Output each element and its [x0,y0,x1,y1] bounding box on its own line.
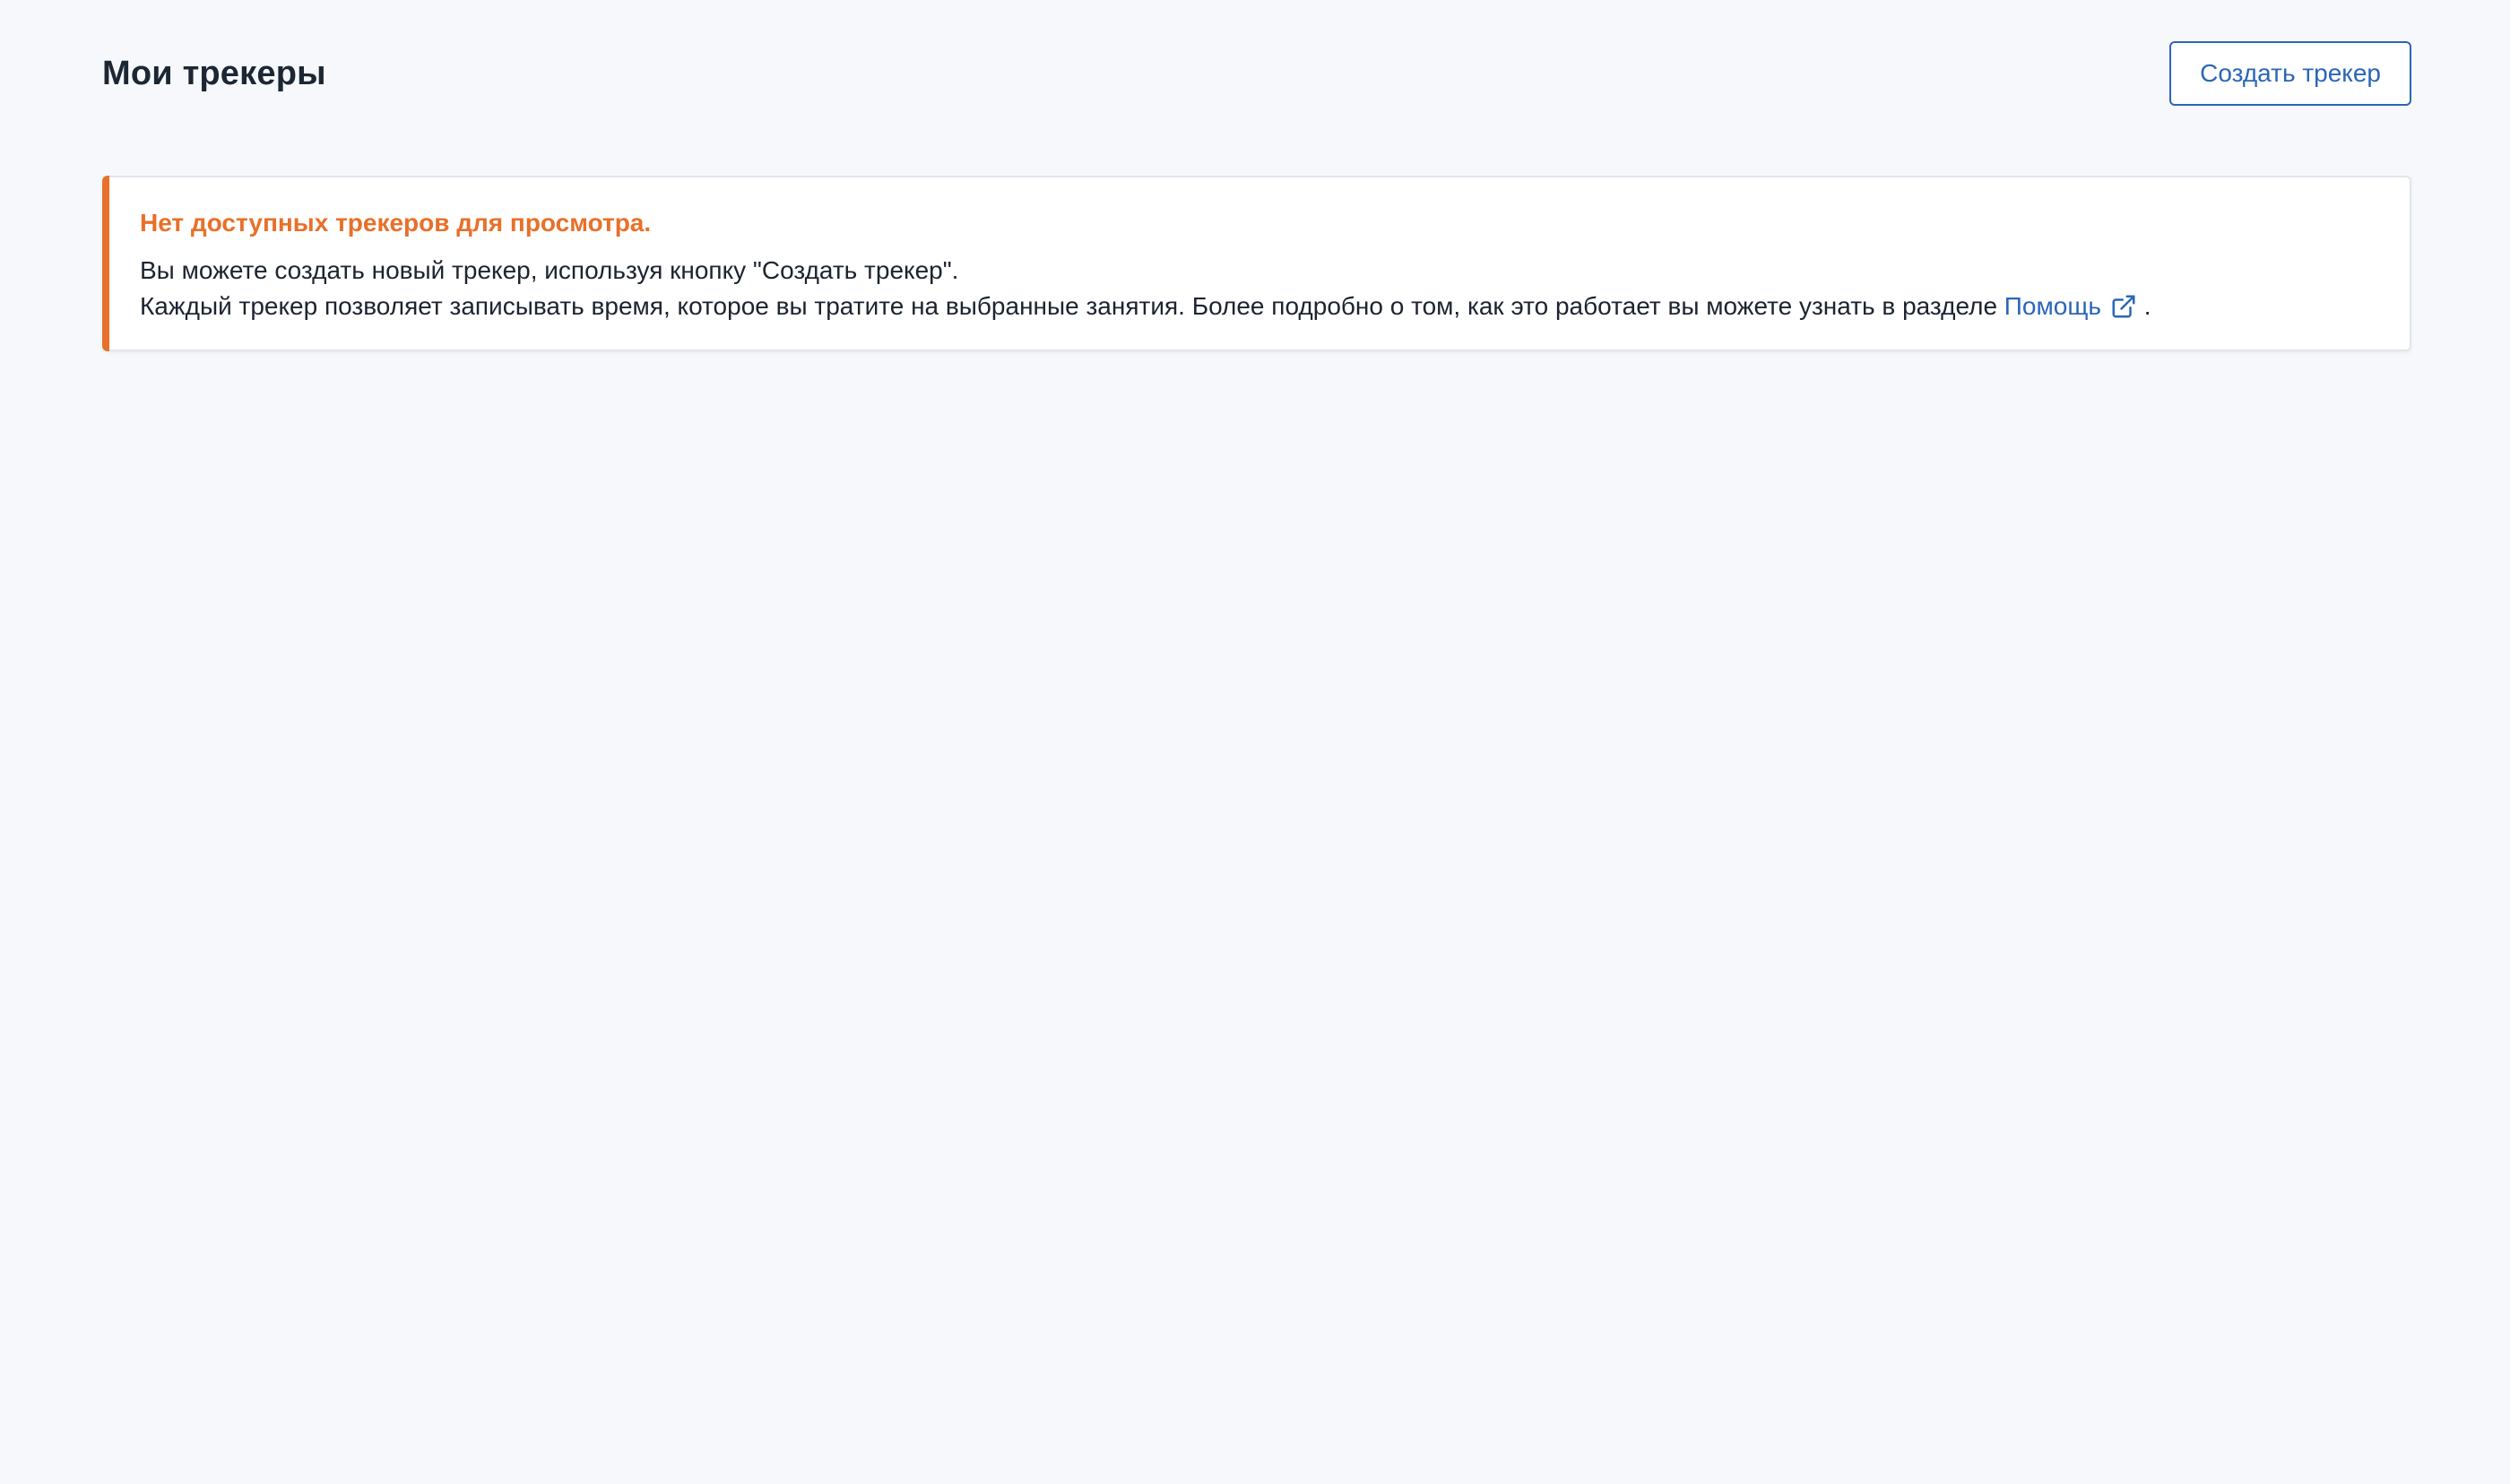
notice-line-1: Вы можете создать новый трекер, использу… [140,256,959,284]
help-link-label: Помощь [2004,292,2101,320]
empty-state-notice: Нет доступных трекеров для просмотра. Вы… [102,176,2411,351]
external-link-icon [2110,293,2137,320]
notice-line-2-suffix: . [2143,292,2151,320]
page-header: Мои трекеры Создать трекер [102,41,2411,106]
notice-line-2: Каждый трекер позволяет записывать время… [140,289,2374,324]
notice-title: Нет доступных трекеров для просмотра. [140,209,652,237]
create-tracker-button[interactable]: Создать трекер [2169,41,2411,106]
page-content: Мои трекеры Создать трекер Нет доступных… [102,41,2411,351]
notice-accent-bar [102,176,109,351]
notice-line-2-text: Каждый трекер позволяет записывать время… [140,292,1998,320]
page-title: Мои трекеры [102,54,326,92]
help-link[interactable]: Помощь [2004,289,2137,324]
